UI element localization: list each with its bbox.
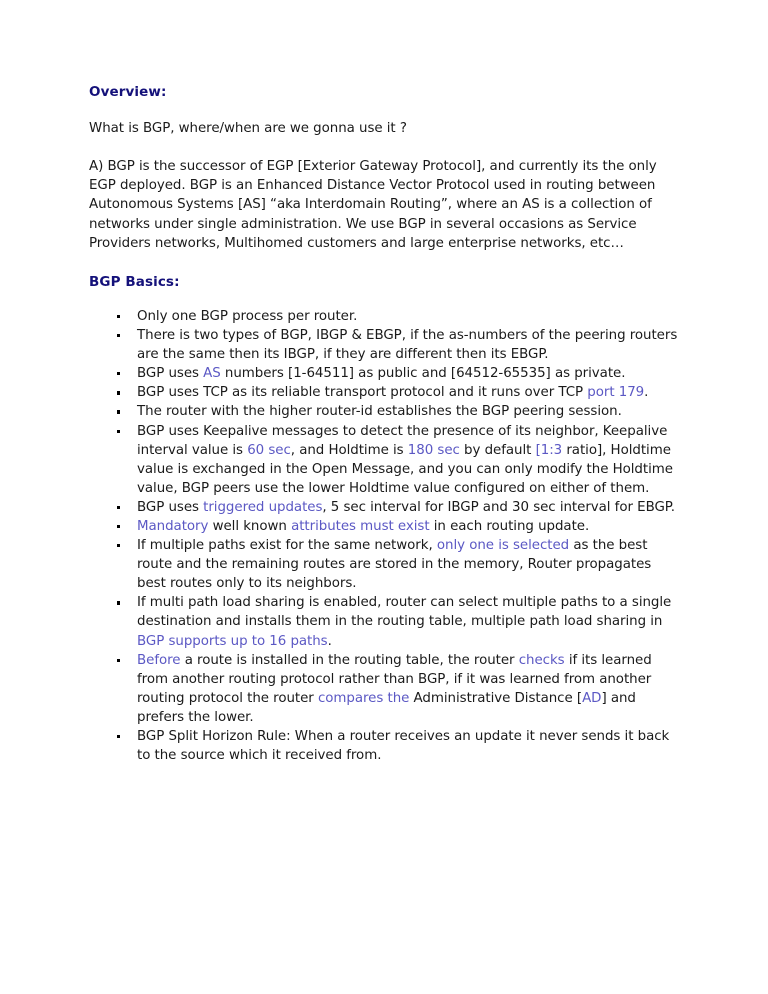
bullet-ibgp-ebgp: There is two types of BGP, IBGP & EBGP, … [89,326,679,364]
body-text-run: . [327,633,332,649]
body-text-run: numbers [1-64511] as public and [64512-6… [220,366,626,382]
highlighted-term: BGP supports up to 16 paths [137,633,328,649]
bullet-mandatory-attributes: Mandatory well known attributes must exi… [89,517,679,536]
bullet-one-process: Only one BGP process per router. [89,307,679,326]
highlighted-term: AD [582,690,602,706]
body-text-run: BGP Split Horizon Rule: When a router re… [137,729,670,764]
highlighted-term: 180 sec [407,442,460,458]
body-text-run: The router with the higher router-id est… [137,404,622,420]
document-page: Overview: What is BGP, where/when are we… [0,0,768,994]
body-text-run: BGP uses [137,366,204,382]
body-text-run: a route is installed in the routing tabl… [180,652,519,668]
bullet-best-route: If multiple paths exist for the same net… [89,536,679,593]
body-text-run: If multi path load sharing is enabled, r… [137,595,672,630]
bullet-triggered-updates: BGP uses triggered updates, 5 sec interv… [89,498,679,517]
bullet-multipath: If multi path load sharing is enabled, r… [89,593,679,650]
highlighted-term: AS [203,366,221,382]
body-text-run: Only one BGP process per router. [137,308,358,324]
bullet-router-id: The router with the higher router-id est… [89,402,679,421]
body-text-run: in each routing update. [429,518,590,534]
bullet-split-horizon: BGP Split Horizon Rule: When a router re… [89,727,679,765]
bullet-admin-distance: Before a route is installed in the routi… [89,651,679,727]
body-text-run: If multiple paths exist for the same net… [137,538,437,554]
highlighted-term: checks [518,652,565,668]
body-text-run: , 5 sec interval for IBGP and 30 sec int… [322,499,675,515]
body-text-run: BGP uses TCP as its reliable transport p… [137,385,588,401]
highlighted-term: compares the [317,690,410,706]
highlighted-term: triggered updates [203,499,323,515]
highlighted-term: attributes must exist [291,518,430,534]
body-text-run: by default [459,442,536,458]
document-body: Overview: What is BGP, where/when are we… [89,84,679,765]
bgp-basics-list: Only one BGP process per router. There is… [89,307,679,765]
highlighted-term: Before [137,652,181,668]
bullet-as-numbers: BGP uses AS numbers [1-64511] as public … [89,364,679,383]
body-text-run: There is two types of BGP, IBGP & EBGP, … [137,328,678,363]
body-text-run: , and Holdtime is [290,442,408,458]
overview-question: What is BGP, where/when are we gonna use… [89,121,407,137]
bullet-tcp-port: BGP uses TCP as its reliable transport p… [89,383,679,402]
body-text-run: . [644,385,649,401]
body-text-run: BGP uses [137,499,204,515]
body-text-run: Administrative Distance [ [409,690,583,706]
section-heading-overview: Overview: [89,84,167,100]
highlighted-term: port 179 [587,385,645,401]
body-text-run: well known [208,518,292,534]
section-heading-bgp-basics: BGP Basics: [89,273,180,290]
highlighted-term: only one is selected [436,538,570,554]
highlighted-term: Mandatory [137,518,209,534]
overview-answer: A) BGP is the successor of EGP [Exterior… [89,159,657,251]
bullet-keepalive: BGP uses Keepalive messages to detect th… [89,422,679,498]
highlighted-term: 60 sec [247,442,291,458]
highlighted-term: [1:3 [535,442,563,458]
